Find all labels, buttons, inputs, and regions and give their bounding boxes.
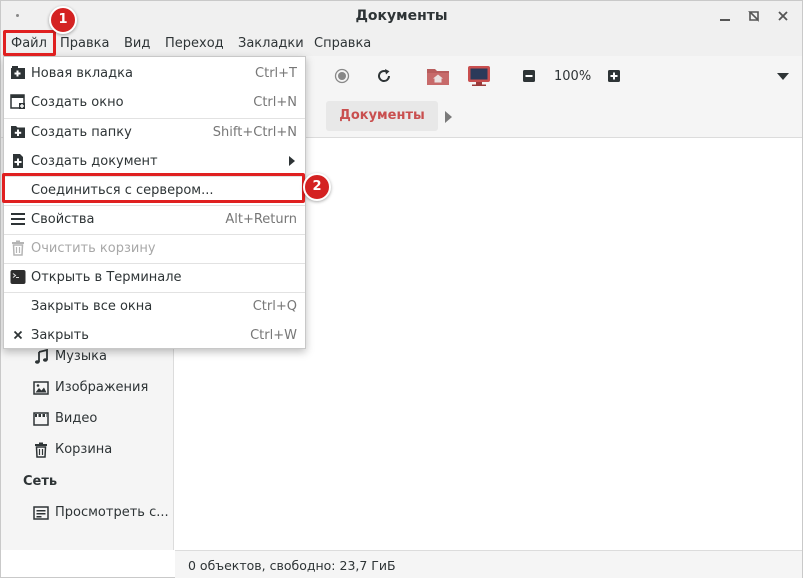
new-window-icon	[10, 94, 25, 109]
computer-button[interactable]	[467, 65, 491, 87]
music-icon	[35, 349, 48, 364]
new-document-icon	[13, 154, 23, 168]
properties-icon	[11, 213, 25, 225]
highlight-connect-to-server	[2, 173, 305, 203]
zoom-out-button[interactable]	[522, 69, 536, 83]
title-bar: Документы	[1, 1, 802, 32]
close-window-button[interactable]	[774, 7, 792, 25]
menu-go[interactable]: Переход	[165, 36, 224, 51]
minimize-icon	[720, 19, 730, 21]
minimize-button[interactable]	[716, 7, 734, 25]
menu-item-label: Создать окно	[31, 95, 124, 110]
new-folder-icon	[11, 126, 25, 138]
status-text: 0 объектов, свободно: 23,7 ГиБ	[188, 558, 396, 573]
step-badge-2: 2	[303, 173, 331, 201]
network-icon	[33, 506, 49, 520]
menu-item-label: Очистить корзину	[31, 241, 156, 256]
menu-item-properties[interactable]: Свойства Alt+Return	[4, 205, 305, 234]
menu-item-shortcut: Ctrl+N	[253, 95, 297, 110]
menu-item-label: Закрыть все окна	[31, 299, 153, 314]
file-manager-window: Документы Файл Правка Вид Переход Заклад…	[0, 0, 803, 578]
menu-item-close[interactable]: Закрыть Ctrl+W	[4, 321, 305, 350]
menu-item-label: Новая вкладка	[31, 66, 133, 81]
image-icon	[33, 381, 49, 395]
menu-item-shortcut: Ctrl+W	[250, 328, 297, 343]
reload-button[interactable]	[375, 67, 393, 85]
sidebar-item-label: Корзина	[55, 442, 113, 457]
close-window-icon	[778, 11, 788, 21]
zoom-in-button[interactable]	[607, 69, 621, 83]
menu-item-shortcut: Ctrl+Q	[252, 299, 297, 314]
submenu-arrow-icon	[289, 156, 295, 166]
highlight-file-menu	[3, 30, 56, 56]
menu-item-label: Свойства	[31, 212, 95, 227]
menu-item-new-document[interactable]: Создать документ	[4, 147, 305, 176]
menu-item-label: Создать папку	[31, 125, 132, 140]
maximize-icon	[748, 11, 759, 22]
trash-icon	[35, 442, 47, 458]
breadcrumb-forward-arrow-icon[interactable]	[445, 111, 452, 123]
menu-edit[interactable]: Правка	[60, 36, 109, 51]
menu-item-new-tab[interactable]: Новая вкладка Ctrl+T	[4, 59, 305, 88]
home-folder-button[interactable]	[426, 66, 450, 86]
menu-item-new-folder[interactable]: Создать папку Shift+Ctrl+N	[4, 118, 305, 147]
sidebar-item-label: Изображения	[55, 380, 149, 395]
new-tab-icon	[11, 66, 25, 79]
maximize-button[interactable]	[745, 7, 763, 25]
view-options-dropdown[interactable]	[776, 71, 790, 81]
step-badge-1: 1	[49, 6, 77, 34]
menu-item-label: Создать документ	[31, 154, 158, 169]
menu-item-shortcut: Shift+Ctrl+N	[212, 125, 297, 140]
menu-bookmarks[interactable]: Закладки	[238, 36, 304, 51]
status-bar: 0 объектов, свободно: 23,7 ГиБ	[175, 550, 802, 578]
menu-item-new-window[interactable]: Создать окно Ctrl+N	[4, 88, 305, 117]
menu-item-shortcut: Ctrl+T	[255, 66, 297, 81]
sidebar-item-label: Музыка	[55, 349, 107, 364]
menu-item-open-terminal[interactable]: Открыть в Терминале	[4, 263, 305, 292]
stop-button[interactable]	[334, 68, 350, 84]
window-title: Документы	[355, 8, 448, 24]
sidebar-item-label: Просмотреть с...	[55, 505, 169, 520]
menu-view[interactable]: Вид	[124, 36, 150, 51]
menu-help[interactable]: Справка	[314, 36, 371, 51]
menu-item-shortcut: Alt+Return	[225, 212, 297, 227]
sidebar-heading-network: Сеть	[23, 474, 58, 489]
trash-icon	[12, 240, 24, 256]
zoom-level: 100%	[554, 69, 592, 84]
video-icon	[33, 412, 49, 426]
sidebar-item-label: Видео	[55, 411, 98, 426]
terminal-icon	[10, 270, 26, 284]
menu-item-label: Открыть в Терминале	[31, 270, 182, 285]
menu-item-label: Закрыть	[31, 328, 89, 343]
menu-bar: Файл Правка Вид Переход Закладки Справка	[1, 32, 802, 56]
breadcrumb-current[interactable]: Документы	[326, 101, 438, 131]
close-icon	[13, 330, 23, 340]
menu-item-empty-trash: Очистить корзину	[4, 234, 305, 263]
menu-item-close-all-windows[interactable]: Закрыть все окна Ctrl+Q	[4, 292, 305, 321]
